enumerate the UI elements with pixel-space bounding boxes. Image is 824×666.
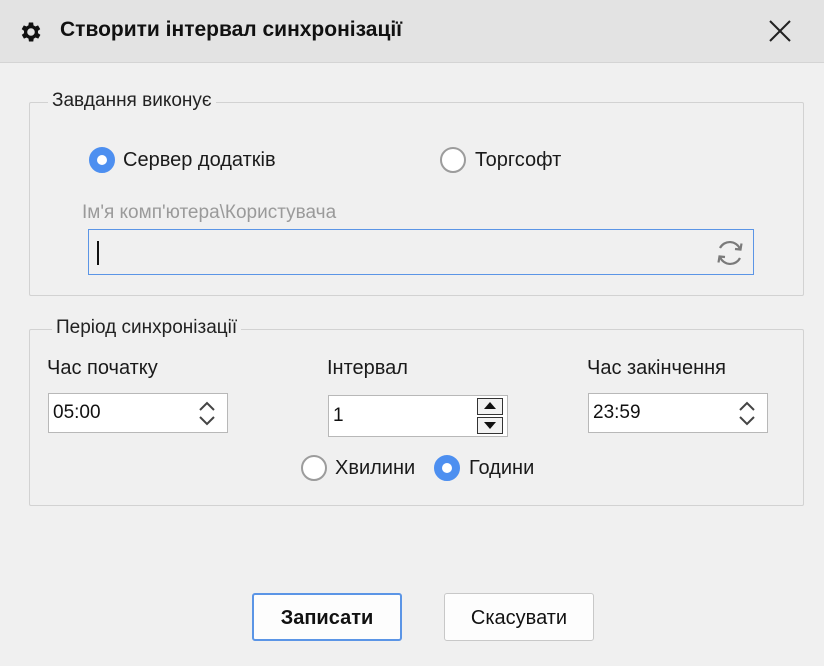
interval-label: Інтервал xyxy=(327,357,408,379)
interval-spinbox[interactable]: 1 xyxy=(328,395,508,437)
cancel-button[interactable]: Скасувати xyxy=(444,593,594,641)
interval-down-button[interactable] xyxy=(477,417,503,434)
end-time-value: 23:59 xyxy=(593,402,641,423)
save-button[interactable]: Записати xyxy=(252,593,402,641)
end-time-label: Час закінчення xyxy=(587,357,727,379)
end-time-spinbox[interactable]: 23:59 xyxy=(588,393,768,433)
gear-icon xyxy=(18,19,44,45)
radio-torgsoft[interactable] xyxy=(440,147,466,173)
start-time-label: Час початку xyxy=(47,357,158,379)
period-group-legend: Період синхронізації xyxy=(52,317,242,339)
radio-hours[interactable] xyxy=(434,455,460,481)
interval-up-button[interactable] xyxy=(477,398,503,415)
radio-torgsoft-label[interactable]: Торгсофт xyxy=(475,149,561,172)
radio-hours-label[interactable]: Години xyxy=(469,457,534,480)
text-caret xyxy=(97,241,99,265)
close-button[interactable] xyxy=(762,14,798,48)
computer-user-label: Ім'я комп'ютера\Користувача xyxy=(82,202,337,223)
title-bar: Створити інтервал синхронізації xyxy=(0,0,824,63)
start-time-spinbox[interactable]: 05:00 xyxy=(48,393,228,433)
radio-app-server[interactable] xyxy=(89,147,115,173)
spin-arrows-icon[interactable] xyxy=(193,396,221,430)
refresh-icon[interactable] xyxy=(713,236,747,270)
start-time-value: 05:00 xyxy=(53,402,101,423)
interval-value: 1 xyxy=(333,405,344,426)
window-title: Створити інтервал синхронізації xyxy=(60,18,403,41)
spin-arrows-icon[interactable] xyxy=(733,396,761,430)
radio-app-server-label[interactable]: Сервер додатків xyxy=(123,149,276,172)
computer-user-input[interactable] xyxy=(88,229,754,275)
executor-group-legend: Завдання виконує xyxy=(48,90,216,112)
radio-minutes-label[interactable]: Хвилини xyxy=(335,457,415,480)
radio-minutes[interactable] xyxy=(301,455,327,481)
close-icon[interactable] xyxy=(762,14,798,48)
interval-step-buttons xyxy=(477,398,503,434)
